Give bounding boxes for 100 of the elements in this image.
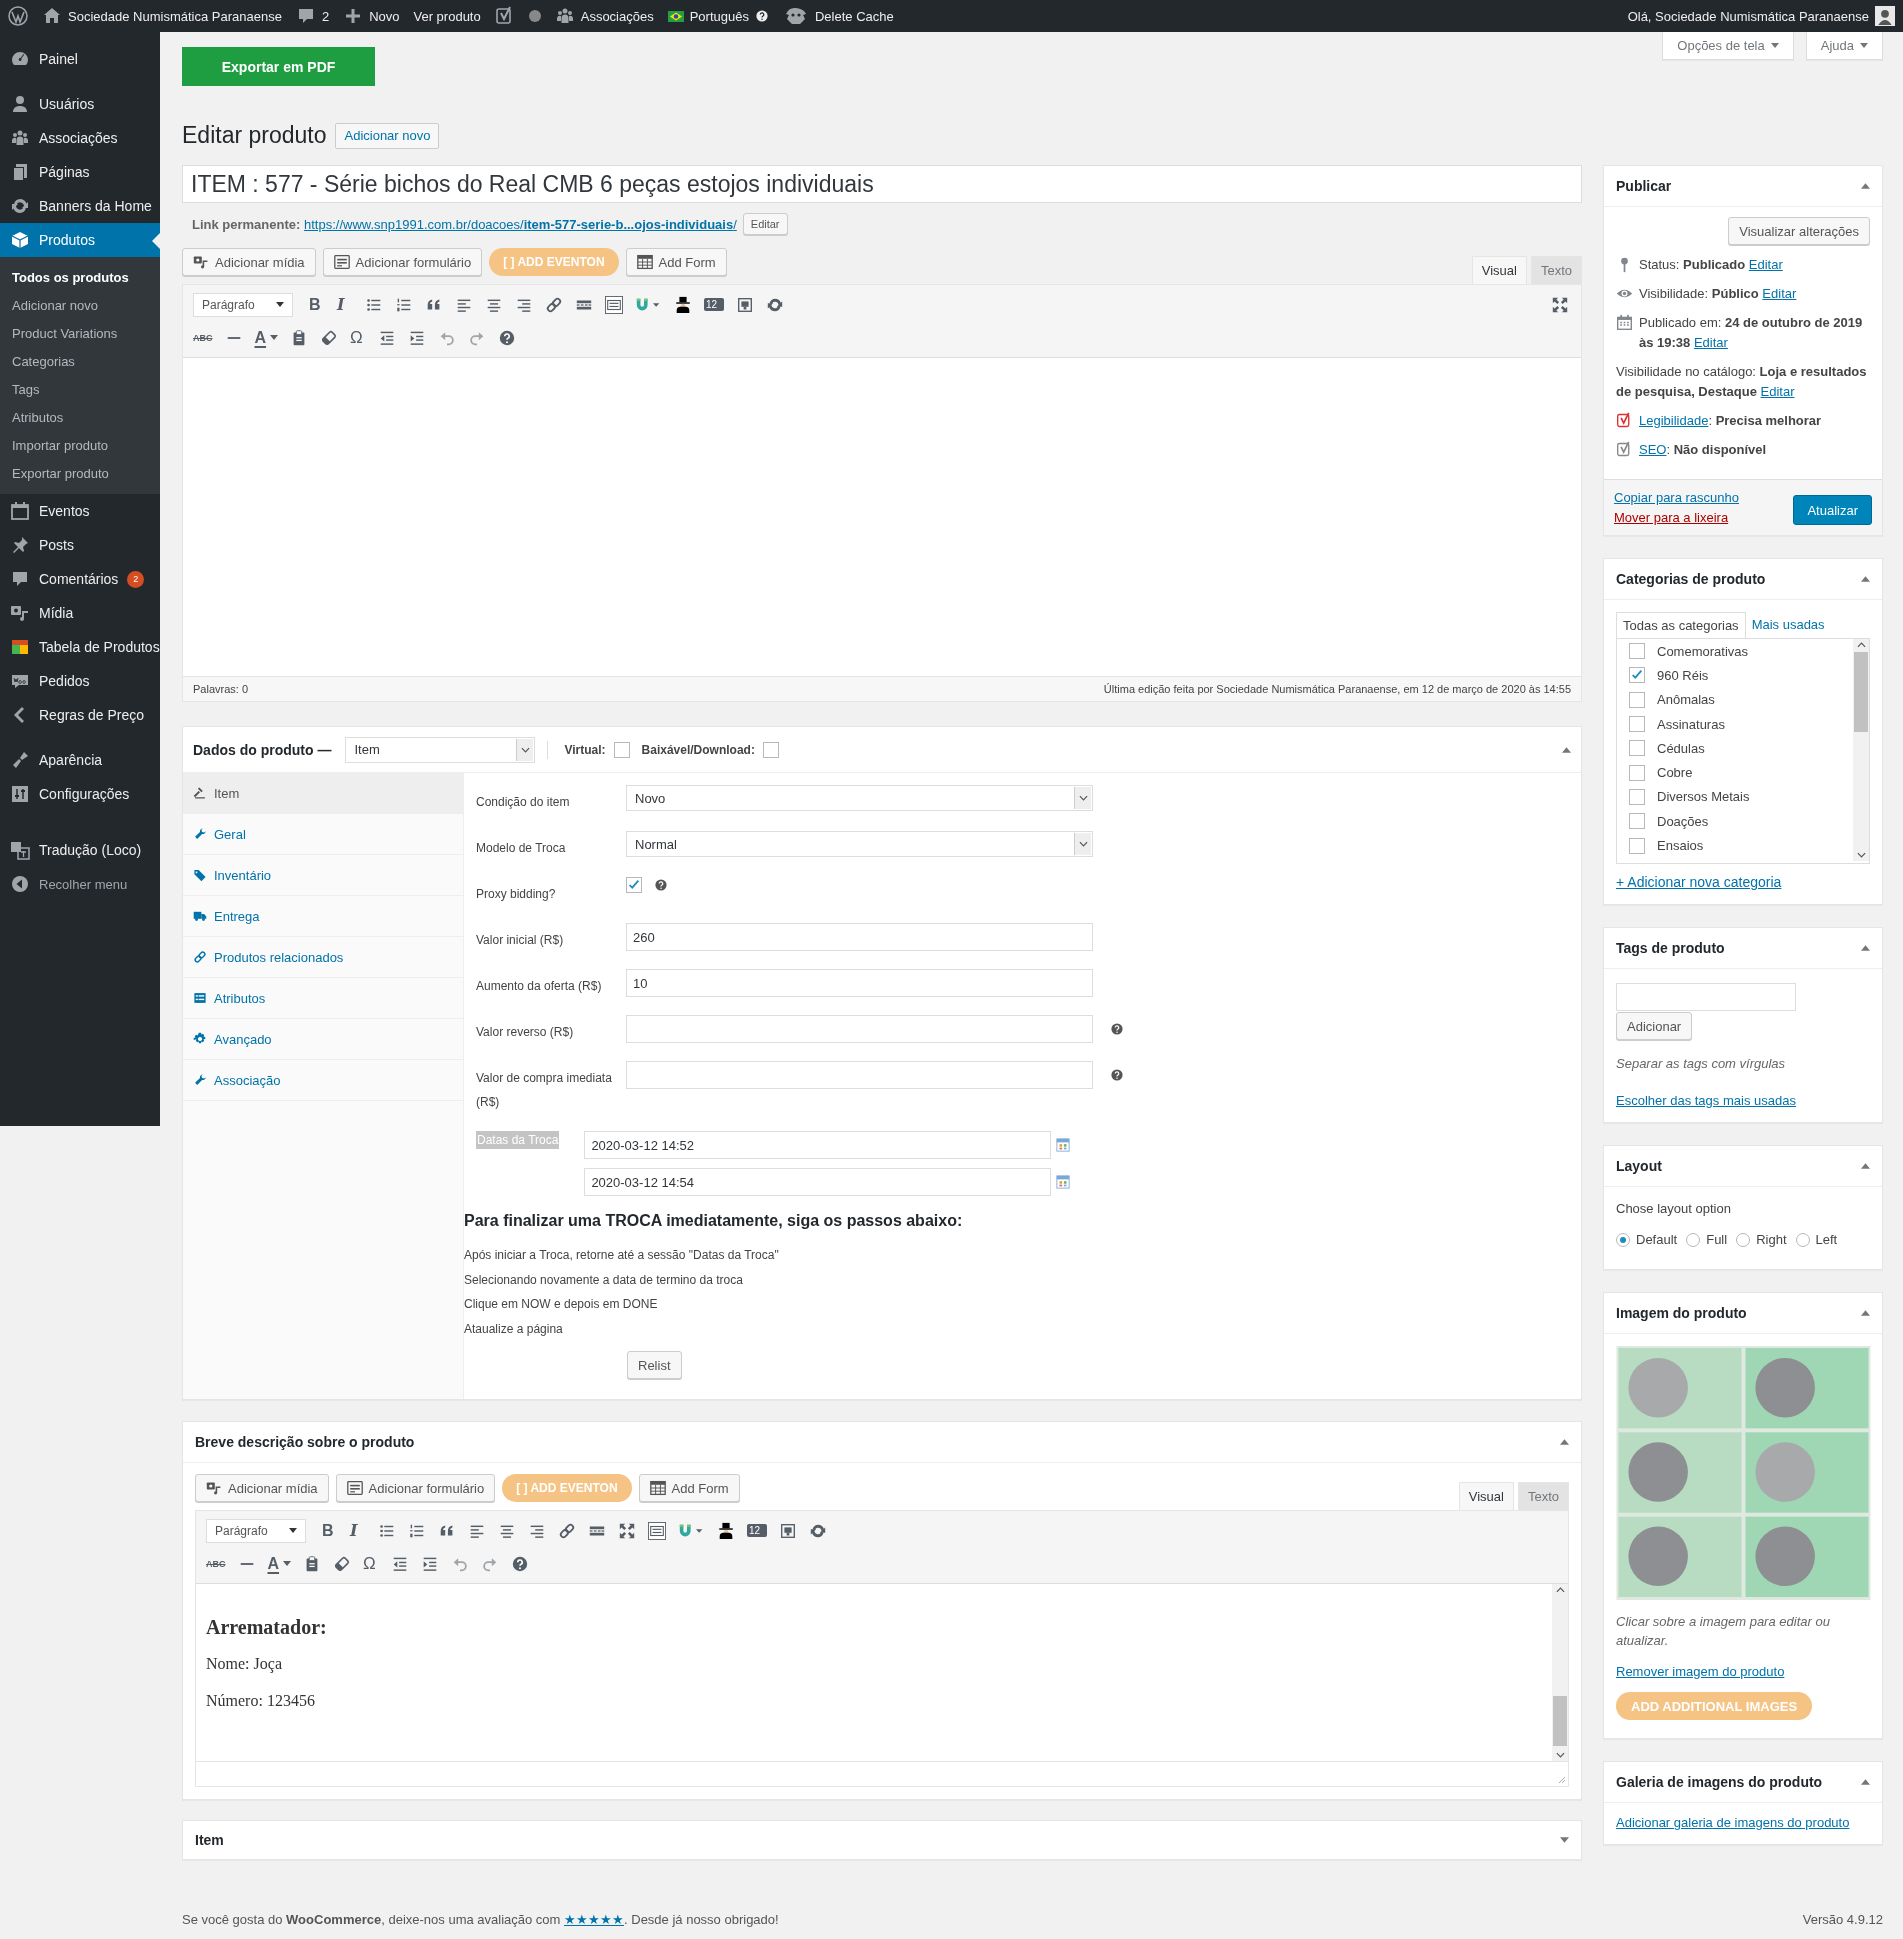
editor-tab[interactable]: Texto (1530, 256, 1582, 284)
edit-link[interactable]: Editar (1760, 384, 1795, 399)
media-button[interactable]: Adicionar mídia (182, 248, 316, 276)
hat-figure-icon[interactable] (717, 1521, 735, 1540)
product-data-tab[interactable]: Inventário (183, 855, 463, 896)
product-type-select[interactable]: Item (345, 736, 536, 763)
delete-cache-link[interactable]: Delete Cache (782, 6, 894, 26)
toggle-icon[interactable] (1560, 1439, 1569, 1445)
format-select[interactable]: Parágrafo (206, 1518, 306, 1543)
text-color-button[interactable]: A (254, 328, 279, 347)
italic-button[interactable]: I (350, 1521, 366, 1540)
layout-option[interactable]: Left (1795, 1232, 1838, 1247)
form-button[interactable]: Adicionar formulário (322, 248, 483, 276)
layout-option[interactable]: Default (1616, 1232, 1678, 1247)
export-pdf-button[interactable]: Exportar em PDF (182, 47, 375, 86)
product-data-tab[interactable]: Produtos relacionados (183, 937, 463, 978)
help-tab[interactable]: Ajuda (1805, 32, 1883, 60)
number-badge-button[interactable]: 12 (747, 1524, 767, 1537)
addform-button[interactable]: Add Form (638, 1474, 740, 1502)
editor-tab[interactable]: Visual (1471, 256, 1527, 284)
product-data-tab[interactable]: Item (183, 773, 463, 814)
bold-button[interactable]: B (309, 295, 325, 314)
date-field[interactable]: 2020-03-12 14:52 (584, 1131, 1052, 1159)
edit-link[interactable]: Editar (1693, 335, 1728, 350)
submenu-item[interactable]: Categorias (0, 348, 160, 376)
menu-item[interactable]: Painel (0, 42, 160, 76)
menu-item[interactable]: Aparência (0, 743, 160, 777)
rating-link[interactable]: ★★★★★ (564, 1912, 624, 1927)
special-character-button[interactable]: Ω (363, 1553, 380, 1574)
layout-option[interactable]: Right (1736, 1232, 1787, 1247)
add-category-link[interactable]: + Adicionar nova categoria (1616, 874, 1782, 890)
menu-item[interactable]: Mídia (0, 596, 160, 630)
layout-option[interactable]: Full (1686, 1232, 1728, 1247)
edit-link[interactable]: Editar (1762, 286, 1797, 301)
toggle-icon[interactable] (1861, 945, 1870, 951)
chevron-down-icon[interactable] (1856, 852, 1866, 858)
toggle-icon[interactable] (1560, 1837, 1569, 1843)
permalink-link[interactable]: https://www.snp1991.com.br/doacoes/item-577-serie-b...ojos-individuais/ (304, 216, 737, 232)
toggle-icon[interactable] (1861, 183, 1870, 189)
date-field[interactable]: 2020-03-12 14:54 (584, 1168, 1052, 1196)
wordpress-logo-icon[interactable] (8, 6, 28, 26)
select-field[interactable]: Novo (626, 785, 1093, 811)
menu-item[interactable]: Regras de Preço (0, 698, 160, 732)
help-icon[interactable] (654, 878, 668, 892)
category-checkbox[interactable] (1629, 764, 1645, 781)
submenu-item[interactable]: Exportar produto (0, 460, 160, 488)
eraser-icon[interactable] (320, 328, 339, 347)
menu-item[interactable]: Posts (0, 528, 160, 562)
category-checkbox[interactable] (1629, 643, 1645, 660)
keyboard-icon[interactable] (605, 295, 623, 314)
scrollbar[interactable] (1552, 1584, 1568, 1761)
new-content-link[interactable]: Novo (343, 6, 400, 26)
text-color-button[interactable]: A (267, 1554, 292, 1573)
relist-button[interactable]: Relist (627, 1351, 682, 1379)
select-field[interactable]: Normal (626, 831, 1093, 857)
toggle-icon[interactable] (1861, 576, 1870, 582)
format-select[interactable]: Parágrafo (193, 292, 293, 317)
submenu-item[interactable]: Tags (0, 376, 160, 404)
link-icon[interactable] (545, 295, 563, 314)
checkbox[interactable] (626, 877, 642, 893)
category-tab[interactable]: Mais usadas (1745, 612, 1831, 638)
number-badge-button[interactable]: 12 (704, 298, 724, 311)
product-data-tab[interactable]: Atributos (183, 978, 463, 1019)
tag-field[interactable] (1616, 983, 1796, 1011)
submenu-item[interactable]: Importar produto (0, 432, 160, 460)
add-new-button[interactable]: Adicionar novo (335, 122, 440, 149)
help-icon[interactable] (511, 1554, 530, 1573)
submenu-item[interactable]: Atributos (0, 404, 160, 432)
download-checkbox[interactable] (762, 741, 779, 758)
hat-figure-icon[interactable] (674, 295, 692, 314)
toggle-icon[interactable] (1861, 1779, 1870, 1785)
menu-item[interactable]: Eventos (0, 494, 160, 528)
link-icon[interactable] (558, 1521, 576, 1540)
category-checkbox[interactable] (1629, 837, 1645, 854)
frame-icon[interactable] (779, 1521, 797, 1540)
menu-item[interactable]: Recolher menu (0, 867, 160, 901)
menu-item[interactable]: Configurações (0, 777, 160, 811)
trash-link[interactable]: Mover para a lixeira (1614, 510, 1740, 525)
strikethrough-button[interactable]: ABC (206, 1558, 226, 1569)
help-icon[interactable] (1110, 1022, 1124, 1036)
category-checkbox[interactable] (1629, 716, 1645, 733)
category-checkbox[interactable] (1629, 691, 1645, 708)
help-icon[interactable] (1110, 1068, 1124, 1082)
associations-link[interactable]: Associações (554, 6, 654, 26)
editor-tab[interactable]: Visual (1458, 1482, 1514, 1510)
product-data-tab[interactable]: Associação (183, 1060, 463, 1101)
add-gallery-link[interactable]: Adicionar galeria de imagens do produto (1616, 1815, 1850, 1830)
media-button[interactable]: Adicionar mídia (195, 1474, 329, 1502)
scrollbar[interactable] (1853, 639, 1869, 861)
menu-item[interactable]: Produtos (0, 223, 160, 257)
help-icon[interactable] (498, 328, 517, 347)
special-character-button[interactable]: Ω (350, 327, 367, 348)
virtual-checkbox[interactable] (613, 741, 630, 758)
edit-link[interactable]: Editar (1748, 257, 1783, 272)
view-product-link[interactable]: Ver produto (413, 8, 481, 24)
update-button[interactable]: Atualizar (1793, 495, 1872, 525)
form-button[interactable]: Adicionar formulário (335, 1474, 496, 1502)
text-field[interactable]: 260 (626, 923, 1093, 951)
fullscreen-icon[interactable] (1551, 295, 1569, 314)
edit-permalink-button[interactable]: Editar (742, 213, 788, 235)
